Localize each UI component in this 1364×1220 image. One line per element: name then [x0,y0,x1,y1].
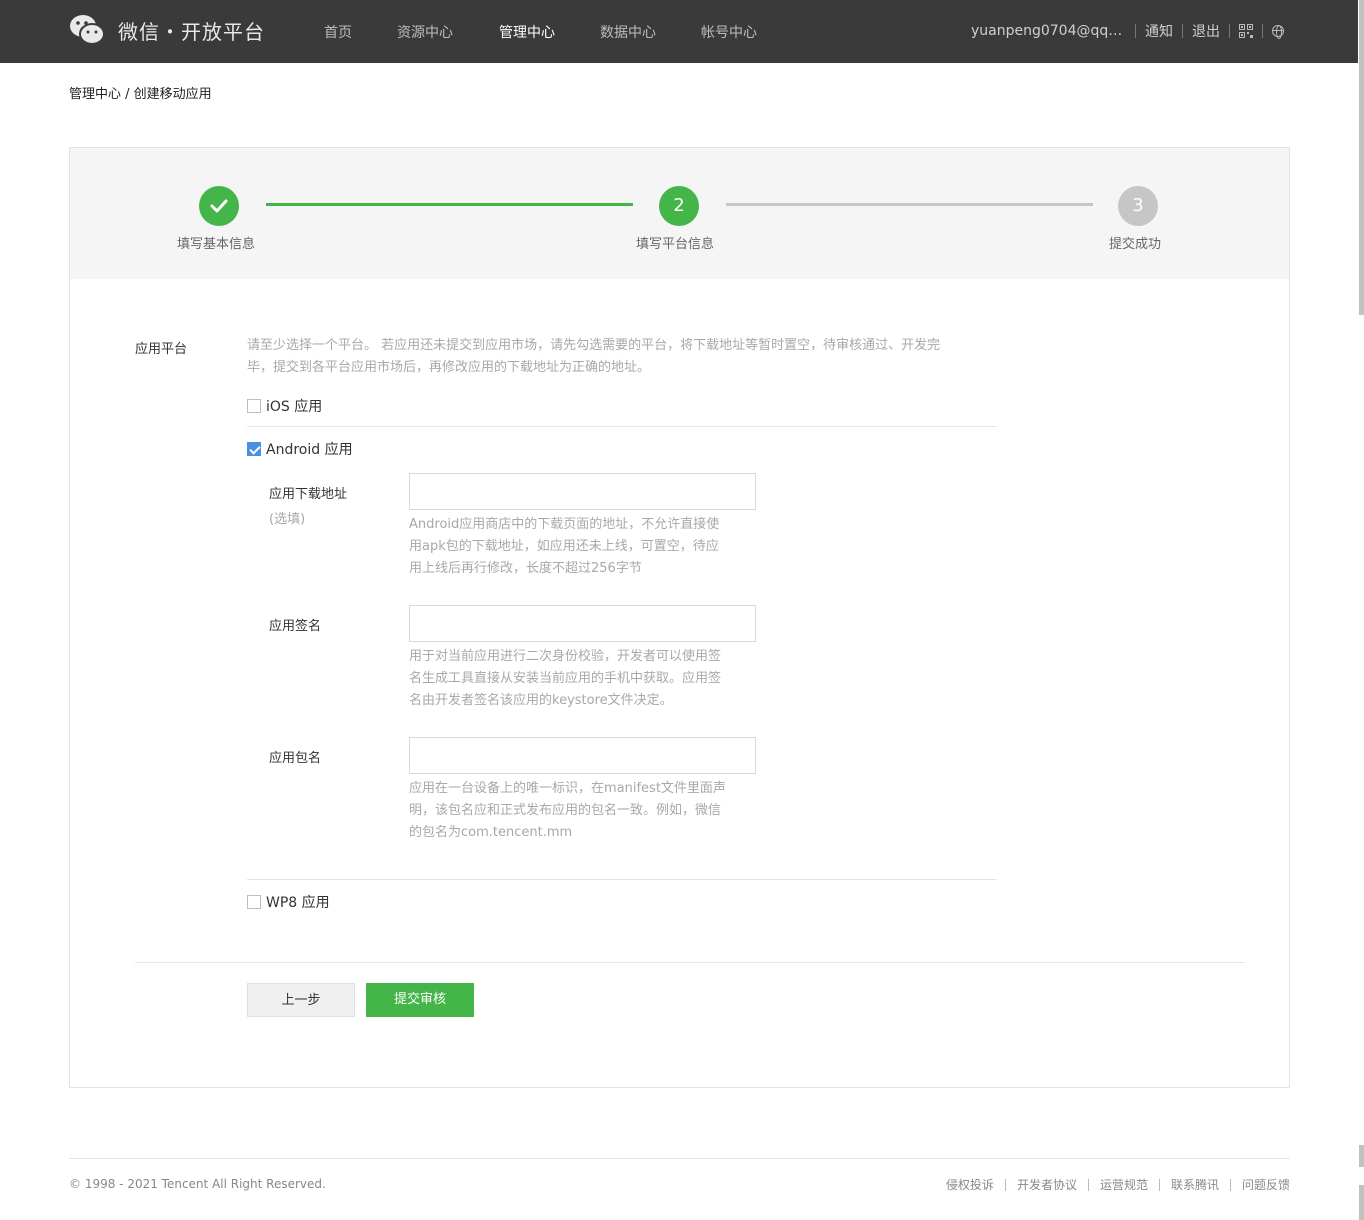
top-navbar: 微信・开放平台 首页 资源中心 管理中心 数据中心 帐号中心 yuanpeng0… [0,0,1358,63]
ios-label[interactable]: iOS 应用 [266,396,322,416]
breadcrumb[interactable]: 管理中心 / 创建移动应用 [69,83,212,102]
divider [1135,24,1136,38]
divider [135,962,1245,963]
package-name-hint: 应用在一台设备上的唯一标识，在manifest文件里面声 明，该包名应和正式发布… [409,778,759,844]
checkmark-icon [210,199,228,213]
divider [1087,1178,1089,1191]
divider [1262,24,1263,38]
hint-line: 用于对当前应用进行二次身份校验，开发者可以使用签 [409,649,722,664]
hint-line: 名由开发者签名该应用的keystore文件决定。 [409,693,673,708]
platform-label: 应用平台 [135,342,188,357]
android-checkbox-row[interactable]: Android 应用 [247,439,353,459]
globe-icon[interactable] [1272,25,1284,39]
qrcode-icon[interactable] [1239,24,1253,38]
notify-link[interactable]: 通知 [1145,21,1173,41]
footer-link-feedback[interactable]: 问题反馈 [1242,1176,1290,1193]
step-2-label: 填写平台信息 [636,237,715,252]
download-url-hint: Android应用商店中的下载页面的地址，不允许直接使 用apk包的下载地址，如… [409,514,759,580]
hint-line: 名生成工具直接从安装当前应用的手机中获取。应用签 [409,671,722,686]
nav-account[interactable]: 帐号中心 [701,22,757,42]
user-area: yuanpeng0704@qq.c... 通知 退出 [971,21,1284,41]
hint-line: 明，该包名应和正式发布应用的包名一致。例如，微信 [409,803,722,818]
nav-home[interactable]: 首页 [324,22,352,42]
step-3-circle: 3 [1118,186,1158,226]
hint-line: 用上线后再行修改，长度不超过256字节 [409,561,642,576]
nav-management[interactable]: 管理中心 [499,22,555,42]
package-name-label: 应用包名 [269,751,322,766]
logo-text: 微信・开放平台 [118,19,265,44]
submit-review-button[interactable]: 提交审核 [366,983,474,1017]
signature-input[interactable] [409,605,756,642]
hint-line: Android应用商店中的下载页面的地址，不允许直接使 [409,517,720,532]
download-url-label: 应用下载地址 (选填) [269,483,347,527]
prev-step-button[interactable]: 上一步 [247,983,355,1017]
signature-hint: 用于对当前应用进行二次身份校验，开发者可以使用签 名生成工具直接从安装当前应用的… [409,646,759,712]
wp8-checkbox[interactable] [247,895,261,909]
step-connector-done [266,203,633,206]
divider [247,426,997,427]
user-email[interactable]: yuanpeng0704@qq.c... [971,23,1126,39]
create-app-panel: 填写基本信息 2 填写平台信息 3 提交成功 应用平台 请至少选择一个平台。 若… [69,147,1290,1088]
step-1-done-icon [199,186,239,226]
copyright: © 1998 - 2021 Tencent All Right Reserved… [69,1177,326,1191]
wechat-icon [70,15,105,45]
step-connector-pending [726,203,1093,206]
wp8-checkbox-row[interactable]: WP8 应用 [247,892,330,912]
footer-links: 侵权投诉 开发者协议 运营规范 联系腾讯 问题反馈 [946,1176,1290,1193]
logout-link[interactable]: 退出 [1192,21,1220,41]
optional-tag: (选填) [269,512,306,527]
android-label[interactable]: Android 应用 [266,439,353,459]
divider [1182,24,1183,38]
ios-checkbox[interactable] [247,399,261,413]
divider [247,879,997,880]
footer-link-rules[interactable]: 运营规范 [1100,1176,1148,1193]
nav-resources[interactable]: 资源中心 [397,22,453,42]
step-1-label: 填写基本信息 [177,237,256,252]
download-url-input[interactable] [409,473,756,510]
platform-hint: 请至少选择一个平台。 若应用还未提交到应用市场，请先勾选需要的平台，将下载地址等… [247,335,1007,379]
wp8-label[interactable]: WP8 应用 [266,892,330,912]
divider [1229,24,1230,38]
hint-line: 用apk包的下载地址，如应用还未上线，可置空，待应 [409,539,719,554]
footer-link-infringement[interactable]: 侵权投诉 [946,1176,994,1193]
divider [1004,1178,1006,1191]
step-2-circle: 2 [659,186,699,226]
scrollbar-marker [1359,1145,1364,1167]
footer-link-agreement[interactable]: 开发者协议 [1017,1176,1077,1193]
nav-data[interactable]: 数据中心 [600,22,656,42]
logo[interactable]: 微信・开放平台 [69,14,265,46]
hint-line: 的包名为com.tencent.mm [409,825,573,840]
download-url-label-text: 应用下载地址 [269,487,348,502]
divider [1158,1178,1160,1191]
footer-divider [69,1158,1290,1159]
android-checkbox[interactable] [247,442,261,456]
step-3-label: 提交成功 [1109,237,1162,252]
scrollbar-marker [1359,1185,1364,1220]
package-name-input[interactable] [409,737,756,774]
signature-label: 应用签名 [269,619,322,634]
footer-link-contact[interactable]: 联系腾讯 [1171,1176,1219,1193]
scrollbar[interactable] [1358,0,1364,1220]
step-indicator: 填写基本信息 2 填写平台信息 3 提交成功 [70,148,1289,279]
divider [1229,1178,1231,1191]
platform-hint-line: 毕，提交到各平台应用市场后，再修改应用的下载地址为正确的地址。 [247,360,651,375]
platform-hint-line: 请至少选择一个平台。 若应用还未提交到应用市场，请先勾选需要的平台，将下载地址等… [247,338,941,353]
ios-checkbox-row[interactable]: iOS 应用 [247,396,322,416]
hint-line: 应用在一台设备上的唯一标识，在manifest文件里面声 [409,781,726,796]
scrollbar-thumb[interactable] [1359,0,1364,315]
